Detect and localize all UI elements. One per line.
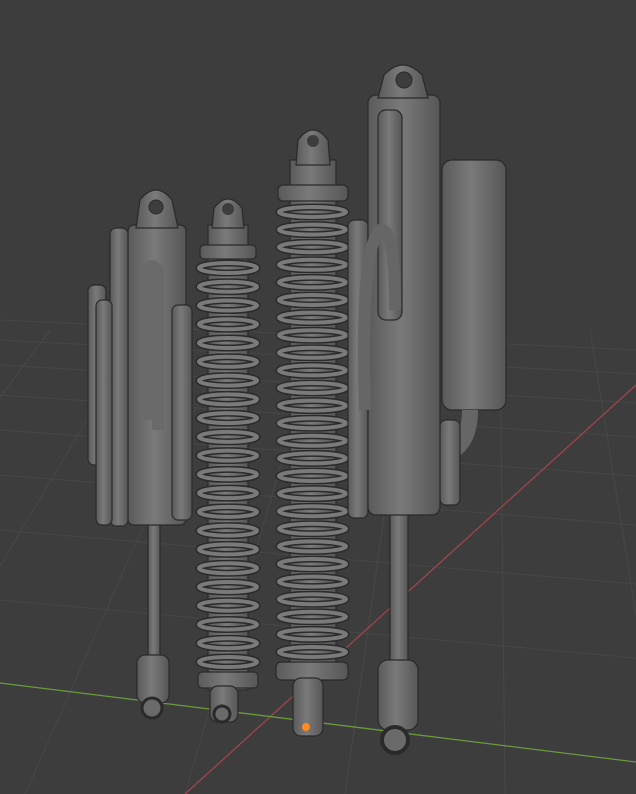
top-eye-hole	[148, 199, 164, 215]
bottom-eye	[377, 659, 419, 731]
reservoir-shock-small[interactable]	[87, 189, 193, 720]
reservoir-shock-large[interactable]	[347, 64, 507, 755]
selected-origin	[302, 723, 310, 731]
grid-line	[0, 329, 51, 399]
3d-viewport[interactable]	[0, 0, 636, 794]
bottom-eye	[136, 654, 170, 704]
side-tube	[171, 304, 193, 521]
grid-line	[589, 329, 636, 618]
shaft	[147, 519, 161, 661]
side-tube	[95, 299, 113, 526]
bottom-eye-hole	[140, 696, 164, 720]
viewport-canvas[interactable]	[0, 0, 636, 794]
coilover-small[interactable]	[195, 198, 261, 724]
coilover-large[interactable]	[275, 129, 350, 737]
side-tube	[439, 419, 461, 506]
reservoir	[441, 159, 507, 411]
spring-seat	[275, 661, 349, 681]
hose	[141, 260, 164, 430]
bottom-eye-hole	[380, 725, 410, 755]
top-eye-hole	[222, 203, 234, 215]
top-eye-hole	[307, 135, 319, 147]
shaft	[389, 509, 409, 671]
spring-seat	[199, 244, 257, 260]
side-tube	[109, 227, 129, 527]
spring-seat	[277, 184, 349, 202]
bottom-eye-hole	[212, 704, 232, 724]
top-eye-hole	[395, 71, 413, 89]
